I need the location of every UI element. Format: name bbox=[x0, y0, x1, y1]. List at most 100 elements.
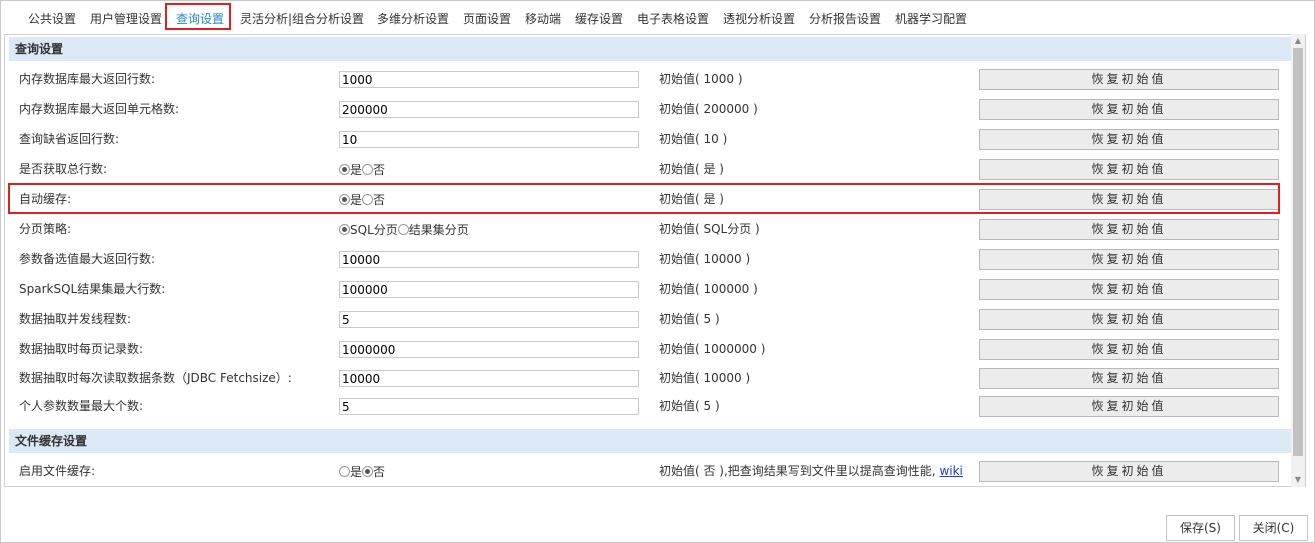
wiki-link[interactable]: wiki bbox=[939, 464, 962, 478]
reset-default-button[interactable]: 恢复初始值 bbox=[979, 309, 1279, 330]
radio-checked-icon bbox=[339, 223, 350, 235]
initial-value-text: 初始值( 是 ) bbox=[659, 162, 724, 176]
query-settings-section-header: 查询设置 bbox=[9, 37, 1291, 61]
scroll-down-arrow-icon[interactable]: ▼ bbox=[1291, 473, 1305, 487]
initial-value-text: 初始值( 1000000 ) bbox=[659, 342, 766, 356]
radio-checked-icon bbox=[339, 163, 350, 175]
memdb-max-cells-input[interactable] bbox=[339, 101, 639, 118]
vertical-scrollbar[interactable]: ▲ ▼ bbox=[1291, 34, 1305, 487]
radio-group: SQL分页 结果集分页 bbox=[339, 214, 469, 245]
initial-value-text: 初始值( SQL分页 ) bbox=[659, 222, 760, 236]
setting-label: 个人参数数量最大个数: bbox=[19, 399, 144, 413]
radio-no[interactable]: 否 bbox=[362, 457, 385, 487]
personal-params-max-input[interactable] bbox=[339, 398, 639, 415]
scrollbar-thumb[interactable] bbox=[1293, 48, 1303, 456]
tab-pivot-analysis-settings[interactable]: 透视分析设置 bbox=[723, 10, 795, 28]
initial-value-text: 初始值( 10 ) bbox=[659, 132, 728, 146]
settings-tab-bar: 公共设置 用户管理设置 查询设置 灵活分析|组合分析设置 多维分析设置 页面设置… bbox=[0, 0, 1315, 34]
setting-label: 数据抽取时每页记录数: bbox=[19, 342, 144, 356]
setting-label: 数据抽取并发线程数: bbox=[19, 312, 132, 326]
settings-panel: 查询设置 内存数据库最大返回行数: 初始值( 1000 ) 恢复初始值 内存数据… bbox=[4, 34, 1306, 487]
reset-default-button[interactable]: 恢复初始值 bbox=[979, 339, 1279, 360]
setting-label: 分页策略: bbox=[19, 222, 72, 236]
radio-label: SQL分页 bbox=[350, 222, 398, 237]
setting-label: 内存数据库最大返回行数: bbox=[19, 72, 156, 86]
initial-value-text: 初始值( 否 ),把查询结果写到文件里以提高查询性能, wiki bbox=[659, 456, 963, 486]
tab-user-management-settings[interactable]: 用户管理设置 bbox=[90, 10, 162, 28]
radio-label: 否 bbox=[373, 464, 386, 479]
param-max-rows-input[interactable] bbox=[339, 251, 639, 268]
tab-page-settings[interactable]: 页面设置 bbox=[463, 10, 511, 28]
tab-flexible-combined-analysis-settings[interactable]: 灵活分析|组合分析设置 bbox=[240, 10, 364, 28]
query-default-rows-input[interactable] bbox=[339, 131, 639, 148]
reset-default-button[interactable]: 恢复初始值 bbox=[979, 129, 1279, 150]
setting-row-param-max-rows: 参数备选值最大返回行数: 初始值( 10000 ) 恢复初始值 bbox=[9, 244, 1291, 274]
scroll-up-arrow-icon[interactable]: ▲ bbox=[1291, 34, 1305, 48]
setting-row-enable-file-cache: 启用文件缓存: 是否 初始值( 否 ),把查询结果写到文件里以提高查询性能, w… bbox=[9, 456, 1291, 486]
radio-resultset-paging[interactable]: 结果集分页 bbox=[397, 215, 469, 245]
setting-row-sparksql-max-rows: SparkSQL结果集最大行数: 初始值( 100000 ) 恢复初始值 bbox=[9, 274, 1291, 304]
radio-checked-icon bbox=[362, 465, 374, 477]
radio-no[interactable]: 否 bbox=[362, 155, 385, 185]
sparksql-max-rows-input[interactable] bbox=[339, 281, 639, 298]
initial-value-text: 初始值( 10000 ) bbox=[659, 252, 751, 266]
radio-yes[interactable]: 是 bbox=[339, 155, 362, 185]
extract-page-records-input[interactable] bbox=[339, 341, 639, 358]
reset-default-button[interactable]: 恢复初始值 bbox=[979, 396, 1279, 417]
setting-row-memdb-max-rows: 内存数据库最大返回行数: 初始值( 1000 ) 恢复初始值 bbox=[9, 64, 1291, 94]
radio-yes[interactable]: 是 bbox=[339, 457, 362, 487]
radio-group: 是否 bbox=[339, 154, 385, 185]
radio-label: 否 bbox=[373, 162, 386, 177]
setting-label: 内存数据库最大返回单元格数: bbox=[19, 102, 180, 116]
tab-public-settings[interactable]: 公共设置 bbox=[28, 10, 76, 28]
initial-value-text: 初始值( 10000 ) bbox=[659, 371, 751, 385]
setting-label: 参数备选值最大返回行数: bbox=[19, 252, 156, 266]
setting-label: 数据抽取时每次读取数据条数（JDBC Fetchsize）: bbox=[19, 371, 292, 385]
setting-row-paging-strategy: 分页策略: SQL分页 结果集分页 初始值( SQL分页 ) 恢复初始值 bbox=[9, 214, 1291, 244]
file-cache-section-header: 文件缓存设置 bbox=[9, 429, 1291, 453]
setting-row-extract-threads: 数据抽取并发线程数: 初始值( 5 ) 恢复初始值 bbox=[9, 304, 1291, 334]
radio-label: 结果集分页 bbox=[408, 222, 469, 237]
reset-default-button[interactable]: 恢复初始值 bbox=[979, 69, 1279, 90]
reset-default-button[interactable]: 恢复初始值 bbox=[979, 249, 1279, 270]
radio-group: 是否 bbox=[339, 456, 385, 487]
radio-label: 是 bbox=[350, 464, 363, 479]
close-button[interactable]: 关闭(C) bbox=[1239, 515, 1308, 541]
reset-default-button[interactable]: 恢复初始值 bbox=[979, 159, 1279, 180]
radio-label: 是 bbox=[350, 162, 363, 177]
radio-sql-paging[interactable]: SQL分页 bbox=[339, 215, 398, 245]
radio-unchecked-icon bbox=[362, 163, 374, 175]
active-tab-highlight-box bbox=[165, 3, 231, 30]
initial-value-text: 初始值( 5 ) bbox=[659, 399, 720, 413]
setting-label: SparkSQL结果集最大行数: bbox=[19, 282, 166, 296]
radio-unchecked-icon bbox=[397, 223, 409, 235]
tab-mobile[interactable]: 移动端 bbox=[525, 10, 561, 28]
setting-row-jdbc-fetchsize: 数据抽取时每次读取数据条数（JDBC Fetchsize）: 初始值( 1000… bbox=[9, 363, 1291, 393]
tab-spreadsheet-settings[interactable]: 电子表格设置 bbox=[637, 10, 709, 28]
tab-analysis-report-settings[interactable]: 分析报告设置 bbox=[809, 10, 881, 28]
reset-default-button[interactable]: 恢复初始值 bbox=[979, 461, 1279, 482]
tab-cache-settings[interactable]: 缓存设置 bbox=[575, 10, 623, 28]
extract-threads-input[interactable] bbox=[339, 311, 639, 328]
auto-cache-row-highlight-box bbox=[8, 183, 1280, 214]
setting-label: 查询缺省返回行数: bbox=[19, 132, 120, 146]
initial-value-text: 初始值( 100000 ) bbox=[659, 282, 758, 296]
radio-unchecked-icon bbox=[339, 465, 350, 477]
save-button[interactable]: 保存(S) bbox=[1166, 515, 1235, 541]
memdb-max-rows-input[interactable] bbox=[339, 71, 639, 88]
initial-value-text: 初始值( 1000 ) bbox=[659, 72, 743, 86]
setting-row-get-total-rows: 是否获取总行数: 是否 初始值( 是 ) 恢复初始值 bbox=[9, 154, 1291, 184]
initial-value-description: 初始值( 否 ),把查询结果写到文件里以提高查询性能, bbox=[659, 464, 936, 478]
reset-default-button[interactable]: 恢复初始值 bbox=[979, 279, 1279, 300]
setting-label: 是否获取总行数: bbox=[19, 162, 108, 176]
reset-default-button[interactable]: 恢复初始值 bbox=[979, 368, 1279, 389]
reset-default-button[interactable]: 恢复初始值 bbox=[979, 219, 1279, 240]
setting-row-extract-page-records: 数据抽取时每页记录数: 初始值( 1000000 ) 恢复初始值 bbox=[9, 334, 1291, 364]
tab-machine-learning-config[interactable]: 机器学习配置 bbox=[895, 10, 967, 28]
tab-multidimensional-analysis-settings[interactable]: 多维分析设置 bbox=[377, 10, 449, 28]
reset-default-button[interactable]: 恢复初始值 bbox=[979, 99, 1279, 120]
setting-row-personal-params-max: 个人参数数量最大个数: 初始值( 5 ) 恢复初始值 bbox=[9, 391, 1291, 421]
setting-row-query-default-rows: 查询缺省返回行数: 初始值( 10 ) 恢复初始值 bbox=[9, 124, 1291, 154]
initial-value-text: 初始值( 200000 ) bbox=[659, 102, 758, 116]
jdbc-fetchsize-input[interactable] bbox=[339, 370, 639, 387]
